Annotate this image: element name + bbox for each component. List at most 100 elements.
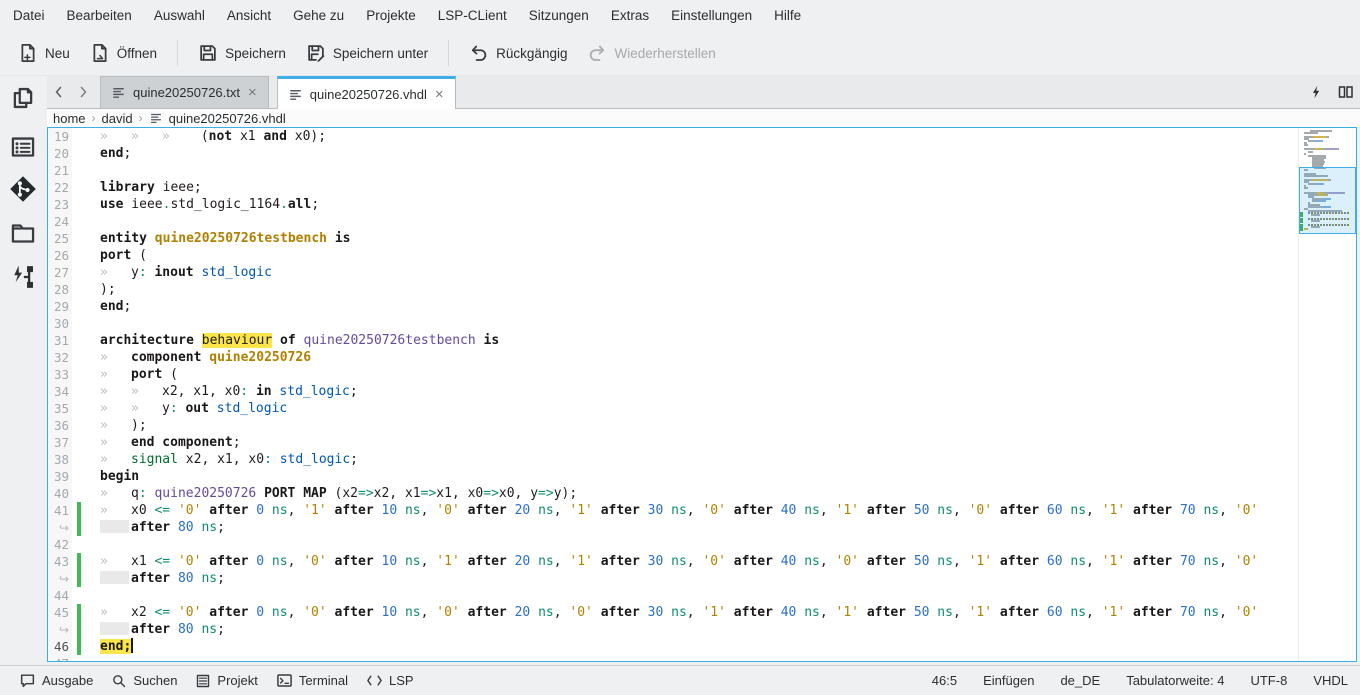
code-line-text: end; — [98, 638, 1299, 655]
menu-lsp-client[interactable]: LSP-CLient — [427, 0, 518, 31]
statusbar-syntax-mode[interactable]: VHDL — [1313, 673, 1348, 688]
code-line-text: entity quine20250726testbench is — [98, 230, 1299, 247]
tab-label: quine20250726.vhdl — [310, 87, 427, 102]
code-row: 37 »end component; — [48, 434, 1299, 451]
toolbar-separator — [177, 40, 178, 66]
statusbar-dictionary[interactable]: de_DE — [1060, 673, 1100, 688]
menu-gehe-zu[interactable]: Gehe zu — [282, 0, 355, 31]
tab-forward-button[interactable] — [71, 76, 95, 108]
save-label: Speichern — [225, 46, 286, 61]
code-row: 44 — [48, 587, 1299, 604]
new-button[interactable]: Neu — [8, 37, 80, 69]
undo-button[interactable]: Rückgängig — [459, 37, 577, 69]
menu-auswahl[interactable]: Auswahl — [143, 0, 216, 31]
line-number: 25 — [48, 230, 72, 247]
minimap-scrollbar[interactable] — [1298, 128, 1356, 661]
save-as-label: Speichern unter — [333, 46, 428, 61]
modified-marker-column — [72, 162, 98, 179]
menu-bearbeiten[interactable]: Bearbeiten — [56, 0, 143, 31]
open-file-icon — [90, 43, 110, 63]
dock-list-view-button[interactable] — [8, 132, 38, 162]
project-icon — [195, 673, 211, 689]
code-line-text: after 80 ns; — [98, 570, 1299, 587]
menu-projekte[interactable]: Projekte — [355, 0, 427, 31]
breadcrumb-file[interactable]: quine20250726.vhdl — [169, 111, 286, 126]
dock-folder-button[interactable] — [8, 218, 38, 248]
open-button[interactable]: Öffnen — [80, 37, 167, 69]
statusbar-encoding[interactable]: UTF-8 — [1250, 673, 1287, 688]
dock-git-button[interactable] — [8, 174, 38, 204]
tab-quine20250726.txt[interactable]: quine20250726.txt× — [100, 76, 269, 108]
quick-open-button[interactable] — [1309, 84, 1323, 100]
minimap-viewport[interactable] — [1299, 167, 1356, 235]
modified-marker-column — [72, 264, 98, 281]
redo-button[interactable]: Wiederherstellen — [577, 37, 725, 69]
chevron-left-icon — [51, 84, 67, 100]
split-view-button[interactable] — [1337, 84, 1354, 100]
statusbar-cursor-position[interactable]: 46:5 — [932, 673, 957, 688]
menu-sitzungen[interactable]: Sitzungen — [518, 0, 600, 31]
modified-marker-column — [72, 332, 98, 349]
modified-marker-column — [72, 383, 98, 400]
terminal-icon — [276, 672, 293, 689]
menu-ansicht[interactable]: Ansicht — [216, 0, 282, 31]
modified-line-marker — [77, 502, 81, 519]
tab-back-button[interactable] — [47, 76, 71, 108]
folder-icon — [9, 220, 37, 246]
menu-hilfe[interactable]: Hilfe — [763, 0, 812, 31]
code-line-text: after 80 ns; — [98, 519, 1299, 536]
code-row: 36»); — [48, 417, 1299, 434]
code-row: 26port ( — [48, 247, 1299, 264]
tab-close-icon[interactable]: × — [247, 85, 258, 100]
statusbar-projekt-button[interactable]: Projekt — [186, 666, 266, 695]
line-number: 22 — [48, 179, 72, 196]
code-area[interactable]: 19»»» (not x1 and x0);20end;2122library … — [48, 128, 1299, 661]
modified-marker-column — [72, 553, 98, 570]
save-as-button[interactable]: Speichern unter — [296, 37, 438, 69]
modified-marker-column — [72, 281, 98, 298]
code-row: 27»y: inout std_logic — [48, 264, 1299, 281]
code-row: 23use ieee.std_logic_1164.all; — [48, 196, 1299, 213]
statusbar-ausgabe-button[interactable]: Ausgabe — [10, 666, 102, 695]
modified-marker-column — [72, 315, 98, 332]
code-row: 39begin — [48, 468, 1299, 485]
editor[interactable]: 19»»» (not x1 and x0);20end;2122library … — [47, 127, 1357, 662]
code-row: 42 — [48, 536, 1299, 553]
tab-quine20250726.vhdl[interactable]: quine20250726.vhdl × — [277, 76, 456, 109]
code-line-text: »»» (not x1 and x0); — [98, 128, 1299, 145]
modified-marker-column — [72, 502, 98, 519]
statusbar-lsp-button[interactable]: LSP — [357, 666, 423, 695]
statusbar-insert-mode[interactable]: Einfügen — [983, 673, 1034, 688]
code-row: 20end; — [48, 145, 1299, 162]
save-button[interactable]: Speichern — [188, 37, 296, 69]
code-line-text: »end component; — [98, 434, 1299, 451]
dock-documents-button[interactable] — [8, 83, 38, 113]
code-line-text: after 80 ns; — [98, 621, 1299, 638]
line-number: 31 — [48, 332, 72, 349]
menu-datei[interactable]: Datei — [2, 0, 56, 31]
line-number: 32 — [48, 349, 72, 366]
code-line-text: end; — [98, 145, 1299, 162]
statusbar-tab-width[interactable]: Tabulatorweite: 4 — [1126, 673, 1224, 688]
code-line-text: »q: quine20250726 PORT MAP (x2=>x2, x1=>… — [98, 485, 1299, 502]
menu-einstellungen[interactable]: Einstellungen — [660, 0, 763, 31]
statusbar-suchen-button[interactable]: Suchen — [102, 666, 186, 695]
line-number: 39 — [48, 468, 72, 485]
statusbar-label: LSP — [389, 673, 414, 688]
dock-symbols-button[interactable] — [8, 262, 38, 292]
menu-extras[interactable]: Extras — [600, 0, 660, 31]
tab-close-icon[interactable]: × — [434, 87, 445, 102]
line-number: 29 — [48, 298, 72, 315]
code-row: 45»x2 <= '0' after 0 ns, '0' after 10 ns… — [48, 604, 1299, 621]
modified-marker-column — [72, 638, 98, 655]
statusbar-terminal-button[interactable]: Terminal — [267, 666, 357, 695]
code-line-text: port ( — [98, 247, 1299, 264]
breadcrumb-home[interactable]: home — [53, 111, 86, 126]
code-row: 24 — [48, 213, 1299, 230]
breadcrumb-david[interactable]: david — [102, 111, 133, 126]
code-row: 22library ieee; — [48, 179, 1299, 196]
main-area: quine20250726.txt× quine20250726.vhdl × ho… — [0, 76, 1360, 665]
code-line-text: »x2 <= '0' after 0 ns, '0' after 10 ns, … — [98, 604, 1299, 621]
line-number: 37 — [48, 434, 72, 451]
code-line-text — [98, 213, 1299, 230]
